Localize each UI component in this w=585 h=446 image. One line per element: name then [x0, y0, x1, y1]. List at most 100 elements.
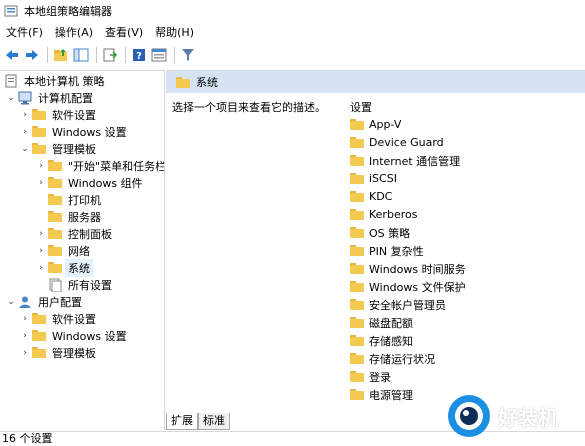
settings-item[interactable]: OS 策略: [350, 224, 410, 241]
folder-icon: [350, 155, 364, 166]
folder-icon: [32, 108, 48, 122]
properties-pane-button[interactable]: [150, 46, 168, 64]
chevron-down-icon[interactable]: ⌄: [6, 89, 16, 106]
chevron-right-icon[interactable]: ›: [20, 310, 30, 327]
folder-open-icon: [48, 261, 64, 275]
chevron-right-icon[interactable]: ›: [36, 242, 46, 259]
filter-icon: [182, 49, 194, 61]
tree-item-uc-windows[interactable]: › Windows 设置: [20, 327, 126, 344]
tree-item-system[interactable]: › 系统: [36, 258, 93, 277]
toolbar-separator: [96, 47, 97, 63]
settings-item[interactable]: 登录: [350, 368, 391, 385]
settings-item[interactable]: App-V: [350, 116, 401, 133]
menu-view[interactable]: 查看(V): [99, 24, 149, 42]
tree-item-uc-software[interactable]: › 软件设置: [20, 310, 96, 327]
settings-item[interactable]: iSCSI: [350, 170, 397, 187]
tree-label: "开始"菜单和任务栏: [68, 159, 165, 173]
tree-item-all-settings[interactable]: 所有设置: [36, 276, 112, 293]
tree-item-cc-admin[interactable]: ⌄ 管理模板: [20, 140, 96, 157]
tree-item-server[interactable]: 服务器: [36, 208, 101, 225]
tree-label: 软件设置: [52, 108, 96, 122]
folder-icon: [350, 263, 364, 274]
up-folder-button[interactable]: [52, 46, 70, 64]
tree-item-uc-admin[interactable]: › 管理模板: [20, 344, 96, 361]
tree-item-printers[interactable]: 打印机: [36, 191, 101, 208]
policy-icon: [4, 74, 20, 88]
folder-icon: [32, 142, 48, 156]
view-tabs: 扩展 标准: [166, 413, 230, 430]
settings-item[interactable]: KDC: [350, 188, 392, 205]
tree-label: 打印机: [68, 193, 101, 207]
settings-item[interactable]: 磁盘配额: [350, 314, 413, 331]
forward-button[interactable]: [23, 46, 41, 64]
chevron-down-icon[interactable]: ⌄: [6, 293, 16, 310]
tree-item-control-panel[interactable]: › 控制面板: [36, 225, 112, 242]
group-policy-app-icon: [4, 5, 18, 17]
chevron-down-icon[interactable]: ⌄: [20, 140, 30, 157]
tree-label: Windows 设置: [52, 125, 127, 139]
tree-label: Windows 组件: [68, 176, 143, 190]
computer-icon: [18, 91, 34, 105]
folder-icon: [48, 176, 64, 190]
folder-icon: [48, 227, 64, 241]
settings-item[interactable]: Internet 通信管理: [350, 152, 460, 169]
tree-label: 计算机配置: [38, 91, 93, 105]
help-button[interactable]: ?: [130, 46, 148, 64]
tree-label: 控制面板: [68, 227, 112, 241]
settings-item[interactable]: 存储感知: [350, 332, 413, 349]
menu-action[interactable]: 操作(A): [49, 24, 99, 42]
folder-icon: [350, 137, 364, 148]
chevron-right-icon[interactable]: ›: [20, 106, 30, 123]
tree-item-start-menu[interactable]: › "开始"菜单和任务栏: [36, 157, 165, 174]
menu-help[interactable]: 帮助(H): [149, 24, 200, 42]
tree-item-root[interactable]: 本地计算机 策略: [2, 72, 105, 89]
settings-item[interactable]: 电源管理: [350, 386, 413, 403]
details-pane: 系统 选择一个项目来查看它的描述。 设置 App-V Device Guard …: [166, 70, 585, 430]
chevron-right-icon[interactable]: ›: [36, 259, 46, 276]
tree-label: 服务器: [68, 210, 101, 224]
chevron-right-icon[interactable]: ›: [36, 225, 46, 242]
chevron-right-icon[interactable]: ›: [20, 123, 30, 140]
tree-item-cc-windows[interactable]: › Windows 设置: [20, 123, 127, 140]
tree-label: 本地计算机 策略: [24, 74, 105, 88]
folder-icon: [350, 245, 364, 256]
back-button[interactable]: [3, 46, 21, 64]
tree-item-win-components[interactable]: › Windows 组件: [36, 174, 143, 191]
tree-item-user-config[interactable]: ⌄ 用户配置: [6, 293, 82, 310]
settings-item[interactable]: PIN 复杂性: [350, 242, 424, 259]
menu-file[interactable]: 文件(F): [0, 24, 49, 42]
tree-item-computer-config[interactable]: ⌄ 计算机配置: [6, 89, 93, 106]
tab-standard[interactable]: 标准: [198, 413, 230, 430]
watermark-logo-icon: [448, 395, 490, 437]
gpedit-window: 本地组策略编辑器 文件(F) 操作(A) 查看(V) 帮助(H) ? 本地计算机…: [0, 0, 585, 445]
window-title: 本地组策略编辑器: [24, 5, 112, 18]
chevron-right-icon[interactable]: ›: [36, 157, 46, 174]
settings-item[interactable]: 存储运行状况: [350, 350, 435, 367]
user-icon: [18, 295, 34, 309]
folder-icon: [350, 191, 364, 202]
forward-arrow-icon: [26, 50, 38, 60]
toolbar-separator: [47, 47, 48, 63]
settings-item[interactable]: Kerberos: [350, 206, 417, 223]
settings-column-header[interactable]: 设置: [350, 99, 372, 115]
show-hide-tree-button[interactable]: [72, 46, 90, 64]
folder-icon: [350, 389, 364, 400]
tree-item-cc-software[interactable]: › 软件设置: [20, 106, 96, 123]
settings-item[interactable]: 安全帐户管理员: [350, 296, 446, 313]
export-list-button[interactable]: [101, 46, 119, 64]
settings-item[interactable]: Windows 时间服务: [350, 260, 466, 277]
filter-button[interactable]: [179, 46, 197, 64]
tree-label: 管理模板: [52, 346, 96, 360]
chevron-right-icon[interactable]: ›: [36, 174, 46, 191]
status-text: 16 个设置: [2, 432, 53, 445]
chevron-right-icon[interactable]: ›: [20, 327, 30, 344]
folder-icon: [48, 244, 64, 258]
folder-icon: [32, 329, 48, 343]
chevron-right-icon[interactable]: ›: [20, 344, 30, 361]
tab-extended[interactable]: 扩展: [166, 413, 198, 430]
settings-item[interactable]: Windows 文件保护: [350, 278, 466, 295]
folder-icon: [176, 76, 190, 88]
export-list-icon: [103, 48, 118, 62]
settings-item[interactable]: Device Guard: [350, 134, 444, 151]
tree-item-network[interactable]: › 网络: [36, 242, 90, 259]
